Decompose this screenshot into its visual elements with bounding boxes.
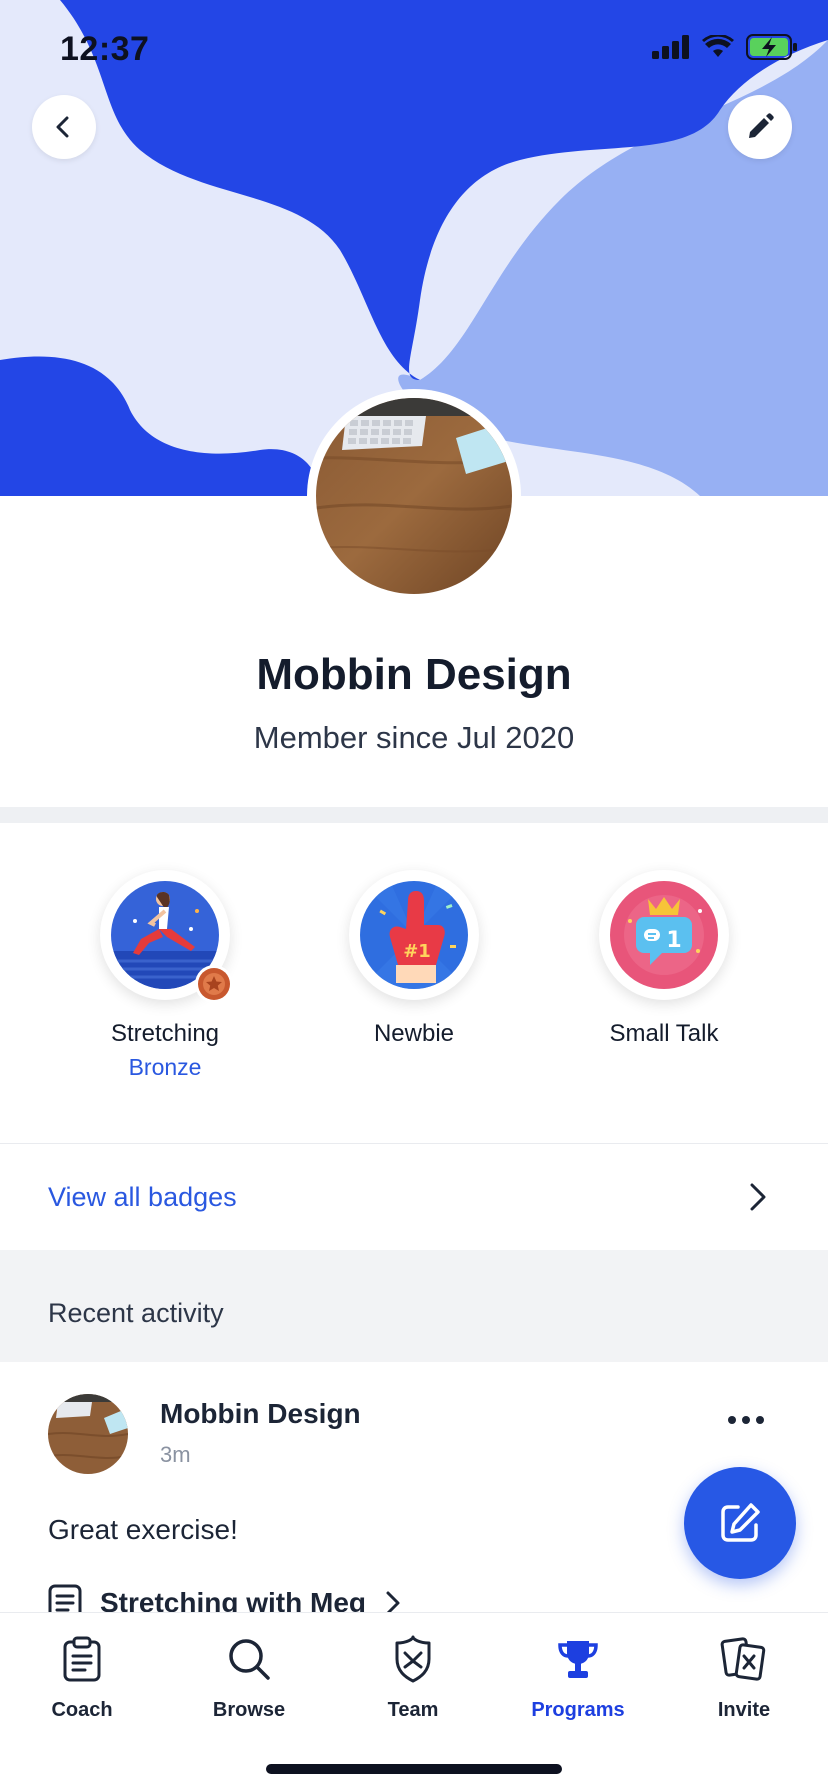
trophy-icon xyxy=(558,1641,598,1678)
tab-team[interactable]: Team xyxy=(353,1631,473,1722)
edit-profile-button[interactable] xyxy=(728,95,792,159)
foam-finger-badge-icon: #1 xyxy=(360,881,468,989)
avatar-photo xyxy=(316,398,512,594)
profile-screen: 12:37 Mobbin Design Member since Jul 202… xyxy=(0,0,828,1792)
status-time: 12:37 xyxy=(60,30,150,68)
section-divider xyxy=(0,807,828,823)
clipboard-icon xyxy=(63,1636,101,1682)
tab-programs[interactable]: Programs xyxy=(518,1631,638,1722)
shield-icon xyxy=(395,1635,431,1683)
view-all-badges-row[interactable]: View all badges xyxy=(0,1144,828,1250)
member-since: Member since Jul 2020 xyxy=(253,720,575,755)
recent-activity-header: Recent activity xyxy=(0,1250,828,1362)
tab-coach[interactable]: Coach xyxy=(22,1631,142,1722)
svg-text:1: 1 xyxy=(666,928,681,953)
compose-icon xyxy=(721,1503,760,1542)
view-all-badges-link[interactable]: View all badges xyxy=(48,1182,237,1213)
badge-ring: #1 xyxy=(349,870,479,1000)
compose-post-button[interactable] xyxy=(684,1467,796,1579)
post-text: Great exercise! xyxy=(48,1514,238,1545)
tab-label: Coach xyxy=(51,1699,113,1721)
chat-crown-badge-icon: 1 xyxy=(610,881,718,989)
badge-stretching[interactable]: Stretching Bronze xyxy=(40,870,290,1081)
home-indicator xyxy=(266,1764,562,1774)
battery-charging-icon xyxy=(746,34,797,60)
badge-label: Newbie xyxy=(373,1020,455,1047)
tab-invite[interactable]: Invite xyxy=(684,1631,804,1722)
wifi-icon xyxy=(702,35,734,57)
badge-newbie[interactable]: #1 Newbie xyxy=(289,870,539,1048)
tab-label: Invite xyxy=(717,1699,771,1721)
more-options-icon[interactable] xyxy=(728,1412,768,1428)
profile-name: Mobbin Design xyxy=(256,650,572,699)
recent-activity-title: Recent activity xyxy=(48,1298,224,1328)
chevron-right-icon xyxy=(750,1183,766,1211)
search-icon xyxy=(229,1639,270,1680)
post-author-name[interactable]: Mobbin Design xyxy=(160,1398,361,1430)
badge-ring: 1 xyxy=(599,870,729,1000)
chevron-left-icon xyxy=(56,116,69,138)
post-author-avatar[interactable] xyxy=(48,1394,128,1474)
post-timestamp: 3m xyxy=(160,1442,191,1467)
pencil-icon xyxy=(749,113,774,138)
status-icons xyxy=(652,34,798,60)
back-button[interactable] xyxy=(32,95,96,159)
badge-level: Bronze xyxy=(128,1054,202,1080)
tab-label: Browse xyxy=(212,1699,286,1721)
badge-label: Stretching xyxy=(110,1020,220,1047)
badge-small-talk[interactable]: 1 Small Talk xyxy=(539,870,789,1048)
badge-ring xyxy=(100,870,233,1003)
tab-label: Programs xyxy=(531,1699,625,1721)
cellular-signal-icon xyxy=(652,35,689,59)
badge-label: Small Talk xyxy=(609,1020,719,1047)
profile-avatar[interactable] xyxy=(307,389,521,603)
svg-text:#1: #1 xyxy=(403,941,431,962)
tab-browse[interactable]: Browse xyxy=(189,1631,309,1722)
invite-cards-icon xyxy=(720,1637,766,1681)
tab-label: Team xyxy=(387,1699,439,1721)
bronze-medal-icon xyxy=(195,965,233,1003)
